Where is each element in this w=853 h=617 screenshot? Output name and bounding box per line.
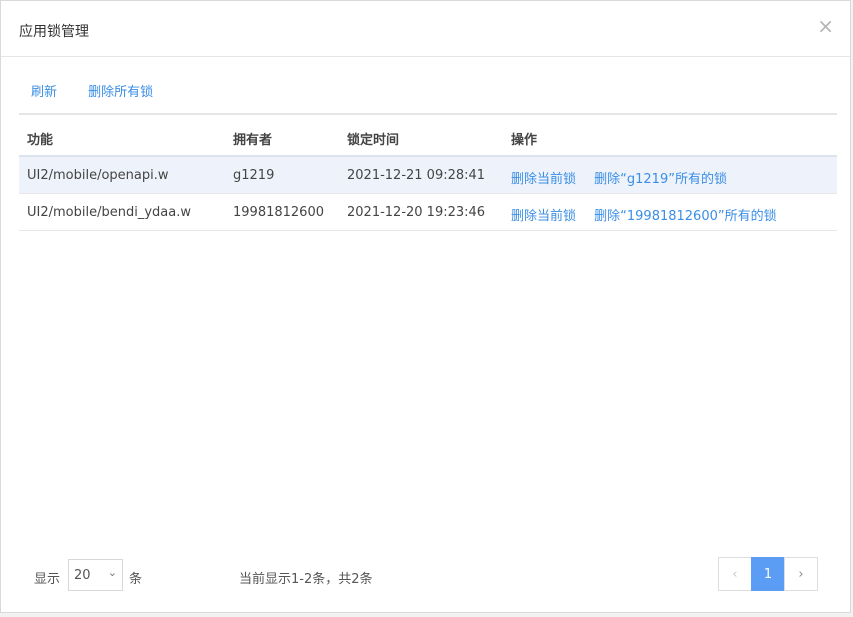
toolbar: 刷新 删除所有锁 [31, 81, 179, 100]
column-header-lock-time: 锁定时间 [347, 133, 400, 148]
pagination-info: 当前显示1-2条，共2条 [239, 572, 373, 587]
refresh-button[interactable]: 刷新 [31, 81, 57, 100]
column-header-function: 功能 [27, 133, 54, 148]
delete-owner-locks-link[interactable]: 删除“19981812600”所有的锁 [594, 209, 776, 224]
pagination-footer: 显示 20 ⌄ 条 当前显示1-2条，共2条 ‹ 1 › [1, 556, 850, 596]
cell-owner: 19981812600 [233, 205, 324, 220]
chevron-down-icon: ⌄ [107, 566, 117, 579]
column-header-owner: 拥有者 [233, 133, 273, 148]
cell-owner: g1219 [233, 168, 275, 183]
page-size-value: 20 [74, 568, 91, 583]
column-header-actions: 操作 [511, 133, 538, 148]
delete-current-lock-link[interactable]: 删除当前锁 [511, 209, 576, 224]
cell-actions: 删除当前锁 删除“g1219”所有的锁 [511, 168, 727, 187]
cell-function: UI2/mobile/openapi.w [27, 168, 169, 183]
pager: ‹ 1 › [718, 557, 818, 591]
cell-actions: 删除当前锁 删除“19981812600”所有的锁 [511, 205, 777, 224]
delete-current-lock-link[interactable]: 删除当前锁 [511, 172, 576, 187]
lock-management-dialog: 应用锁管理 × 刷新 删除所有锁 功能 拥有者 锁定时间 操作 UI2/mobi… [0, 0, 851, 613]
dialog-header: 应用锁管理 × [1, 1, 850, 57]
cell-function: UI2/mobile/bendi_ydaa.w [27, 205, 191, 220]
page-size-select[interactable]: 20 ⌄ [68, 559, 123, 591]
delete-all-locks-button[interactable]: 删除所有锁 [88, 81, 153, 100]
dialog-title: 应用锁管理 [19, 24, 89, 40]
cell-lock-time: 2021-12-20 19:23:46 [347, 205, 486, 220]
locks-table: 功能 拥有者 锁定时间 操作 UI2/mobile/openapi.w g121… [19, 113, 837, 231]
page-button-current[interactable]: 1 [751, 557, 785, 591]
page-size-label: 显示 [34, 572, 61, 587]
delete-owner-locks-link[interactable]: 删除“g1219”所有的锁 [594, 172, 727, 187]
table-header: 功能 拥有者 锁定时间 操作 [19, 113, 837, 157]
chevron-right-icon[interactable]: › [784, 557, 818, 591]
chevron-left-icon[interactable]: ‹ [718, 557, 752, 591]
page-size-unit: 条 [129, 572, 143, 587]
cell-lock-time: 2021-12-21 09:28:41 [347, 168, 486, 183]
table-row[interactable]: UI2/mobile/bendi_ydaa.w 19981812600 2021… [19, 194, 837, 231]
close-icon[interactable]: × [817, 16, 834, 36]
table-row[interactable]: UI2/mobile/openapi.w g1219 2021-12-21 09… [19, 157, 837, 194]
